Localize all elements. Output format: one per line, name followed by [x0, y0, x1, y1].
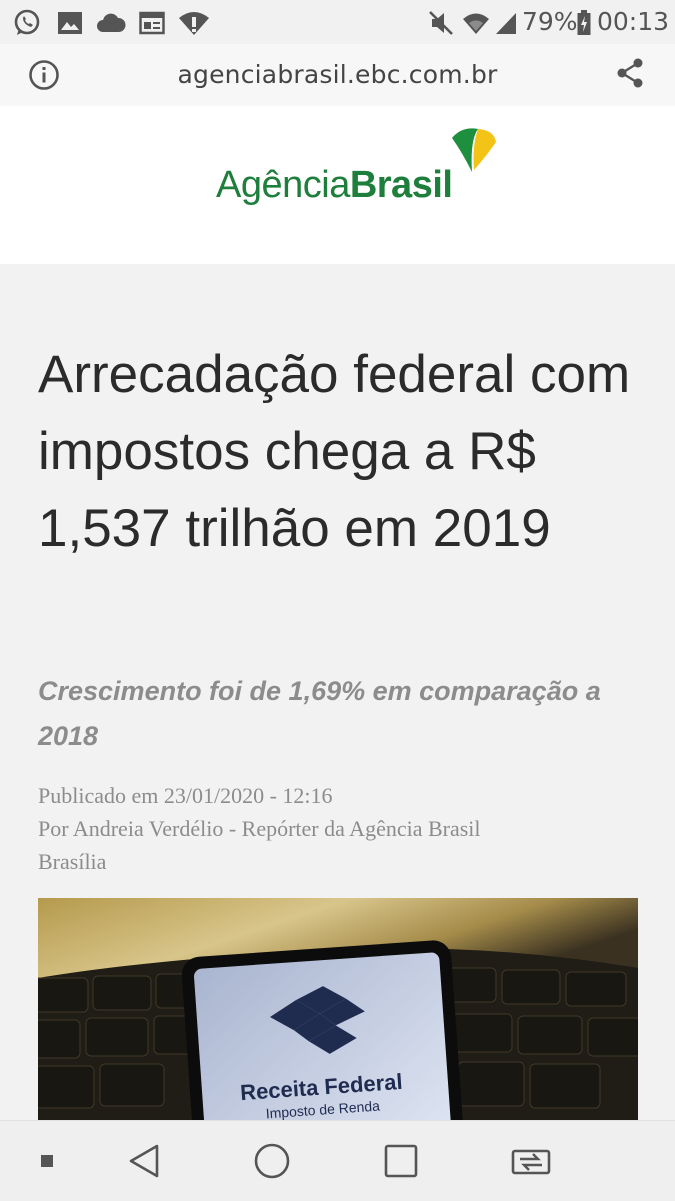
battery-percent: 79% — [522, 7, 578, 36]
gallery-icon — [56, 8, 84, 38]
battery-icon — [576, 8, 592, 38]
logo-wordmark: AgênciaBrasil — [216, 164, 453, 207]
system-nav-bar — [0, 1120, 675, 1201]
wifi-icon — [462, 8, 490, 38]
url-text[interactable]: agenciabrasil.ebc.com.br — [0, 60, 675, 89]
logo-bold-text: Brasil — [349, 164, 453, 206]
clock: 00:13 — [597, 7, 670, 36]
article-photo[interactable]: Receita Federal Imposto de Renda — [38, 898, 638, 1120]
signal-icon — [494, 8, 518, 38]
back-icon[interactable] — [124, 1139, 164, 1183]
site-header: AgênciaBrasil — [0, 106, 675, 264]
status-bar: 79% 00:13 — [0, 0, 675, 44]
share-icon[interactable] — [614, 58, 646, 88]
wifi-warning-icon — [178, 8, 210, 38]
article: Arrecadação federal com impostos chega a… — [0, 264, 675, 1120]
mute-icon — [428, 8, 454, 38]
recents-icon[interactable] — [381, 1139, 421, 1183]
news-icon — [138, 8, 166, 38]
article-subtitle: Crescimento foi de 1,69% em comparação a… — [38, 676, 601, 751]
screen-switch-icon[interactable] — [508, 1139, 554, 1183]
logo-light-text: Agência — [216, 164, 350, 206]
article-headline: Arrecadação federal com impostos chega a… — [38, 345, 631, 558]
location: Brasília — [38, 849, 107, 874]
cloud-icon — [96, 8, 126, 38]
browser-url-bar: agenciabrasil.ebc.com.br — [0, 44, 675, 107]
logo-leaf-icon — [452, 128, 496, 172]
menu-dot-icon[interactable] — [36, 1139, 58, 1183]
home-icon[interactable] — [252, 1139, 292, 1183]
agencia-brasil-logo[interactable]: AgênciaBrasil — [216, 126, 506, 216]
author-line: Por Andreia Verdélio - Repórter da Agênc… — [38, 816, 481, 841]
published-date: Publicado em 23/01/2020 - 12:16 — [38, 783, 333, 808]
photo-illustration: Receita Federal Imposto de Renda — [38, 898, 638, 1120]
whatsapp-icon — [12, 8, 42, 38]
article-meta: Publicado em 23/01/2020 - 12:16 Por Andr… — [38, 779, 658, 878]
